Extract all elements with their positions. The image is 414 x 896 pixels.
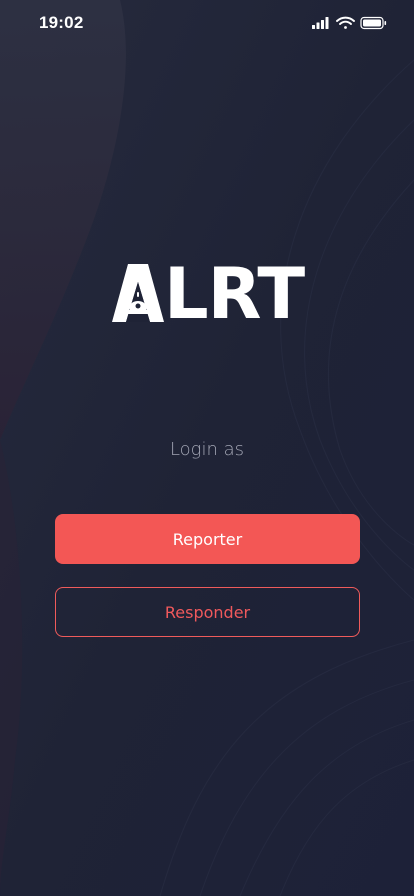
reporter-button[interactable]: Reporter: [55, 514, 360, 564]
alrt-logo: LRT: [112, 253, 305, 335]
signal-icon: [312, 17, 329, 29]
logo-letter-a: [112, 264, 164, 322]
login-screen: 19:02 LRT Login as Reporter Responder: [0, 0, 414, 896]
status-bar: 19:02: [0, 0, 414, 46]
battery-icon: [360, 16, 387, 30]
logo-text: LRT: [164, 253, 305, 335]
status-time: 19:02: [39, 13, 84, 32]
wifi-icon: [336, 16, 355, 29]
responder-button[interactable]: Responder: [55, 587, 360, 637]
login-as-label: Login as: [169, 439, 245, 460]
status-icons: [312, 16, 387, 30]
